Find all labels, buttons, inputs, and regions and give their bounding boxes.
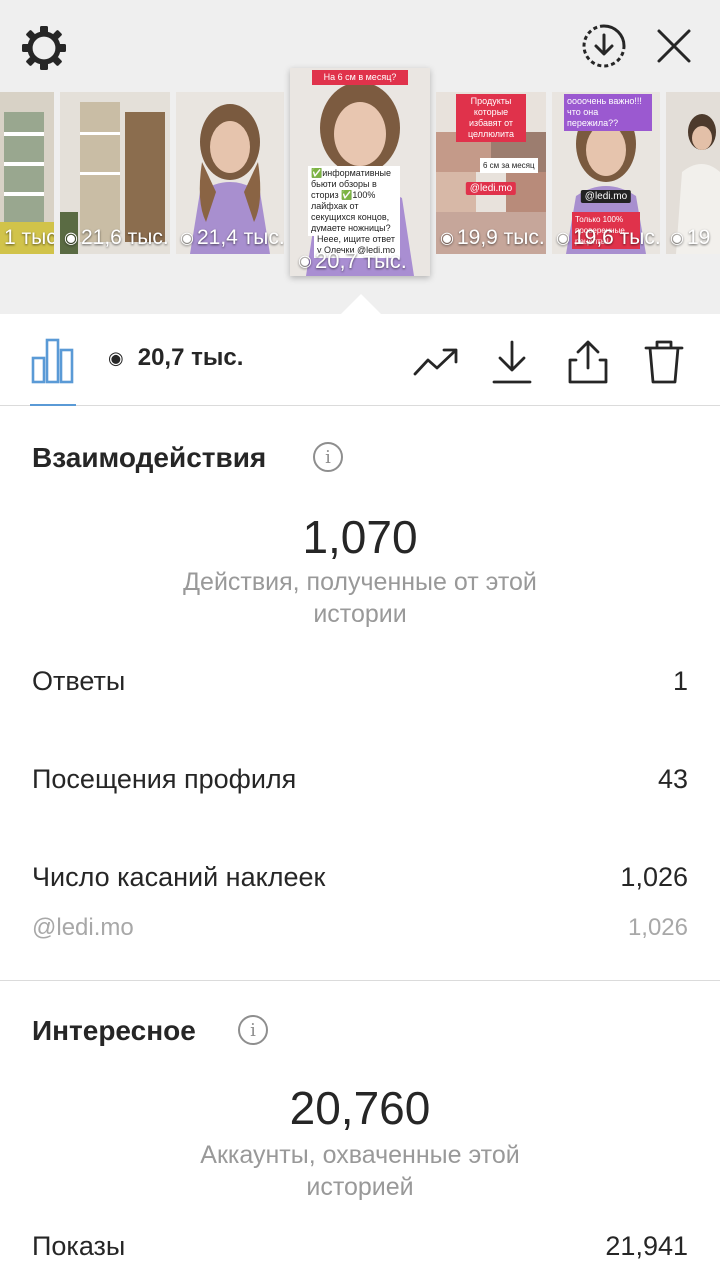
story-views-value: 19,6 тыс. [572, 226, 660, 249]
sticker-value: 1,026 [627, 914, 688, 941]
story-thumbnail[interactable]: ◉ 19 [666, 92, 720, 254]
share-icon [568, 340, 608, 384]
story-caption: ✅информативные бьюти обзоры в сториз ✅10… [308, 166, 400, 236]
eye-icon: ◉ [108, 347, 124, 368]
story-top-caption: На 6 см в месяц? [312, 70, 408, 85]
close-button[interactable] [650, 22, 698, 70]
views-count: 20,7 тыс. [137, 344, 244, 371]
story-views-value: 19 [686, 226, 711, 249]
metric-value: 21,941 [605, 1231, 688, 1261]
story-thumbnail[interactable]: оооочень важно!!! что она пережила?? @le… [552, 92, 660, 254]
metric-label: Показы [32, 1231, 126, 1261]
story-top-caption: Продукты которые избавят от целлюлита [456, 94, 526, 142]
story-top-caption: оооочень важно!!! что она пережила?? [564, 94, 652, 131]
interactions-section: Взаимодействия i 1,070 Действия, получен… [0, 406, 720, 980]
story-views-value: 20,7 тыс. [314, 248, 407, 273]
story-toolbar: ◉ 20,7 тыс. [0, 314, 720, 406]
story-views: ◉ 21,6 тыс. [64, 226, 169, 250]
story-mention: @ledi.mo [465, 182, 517, 195]
promote-button[interactable] [412, 338, 460, 386]
discovery-section: Интересное i 20,760 Аккаунты, охваченные… [0, 981, 720, 1280]
metric-row: Ответы 1 [32, 666, 688, 697]
trending-up-icon [413, 348, 458, 376]
story-views-value: 19,9 тыс. [456, 226, 545, 249]
story-views: ◉ 21,4 тыс. [180, 226, 284, 250]
eye-icon: ◉ [298, 253, 312, 270]
download-circle-icon [582, 24, 626, 68]
metric-row: Посещения профиля 43 [32, 764, 688, 795]
share-button[interactable] [564, 338, 612, 386]
delete-button[interactable] [640, 338, 688, 386]
story-strip-area: 1 тыс. ◉21,6 тыс. ◉21, [0, 0, 720, 314]
bar-chart-icon [31, 338, 74, 384]
story-thumbnail[interactable]: Продукты которые избавят от целлюлита 6 … [436, 92, 546, 254]
interactions-total-label: Действия, полученные от этой истории [183, 568, 537, 628]
story-views: ◉ 19,6 тыс. [556, 226, 660, 250]
gear-icon [22, 26, 66, 70]
sticker-label: @ledi.mo [32, 914, 134, 941]
info-icon[interactable]: i [313, 442, 343, 472]
tab-insights[interactable] [30, 336, 76, 384]
eye-icon: ◉ [64, 230, 78, 247]
story-thumbnail[interactable]: ◉ 21,6 тыс. [60, 92, 170, 254]
metric-value: 1,026 [620, 862, 688, 892]
metric-value: 1 [672, 666, 688, 696]
download-button[interactable] [488, 338, 536, 386]
story-views: 1 тыс. [4, 226, 54, 250]
story-thumbnail-selected[interactable]: На 6 см в месяц? ✅информативные бьюти об… [290, 68, 430, 276]
metric-row: Показы 21,941 [32, 1231, 688, 1262]
story-views: ◉ 19 [670, 226, 710, 250]
section-title: Взаимодействия [32, 442, 267, 473]
metric-label: Число касаний наклеек [32, 862, 326, 892]
story-thumbnail[interactable]: ◉ 21,4 тыс. [176, 92, 284, 254]
story-views: ◉ 19,9 тыс. [440, 226, 545, 250]
story-thumbnail[interactable]: 1 тыс. [0, 92, 54, 254]
trash-icon [644, 340, 684, 384]
download-icon [492, 340, 532, 384]
story-note: 6 см за месяц [480, 158, 538, 173]
eye-icon: ◉ [440, 230, 454, 247]
eye-icon: ◉ [556, 230, 570, 247]
story-views-value: 21,6 тыс. [80, 226, 169, 249]
settings-button[interactable] [18, 22, 70, 74]
eye-icon: ◉ [670, 230, 684, 247]
story-mention: @ledi.mo [580, 190, 632, 203]
story-views: ◉ 20,7 тыс. [298, 248, 407, 274]
close-icon [657, 29, 691, 63]
info-icon[interactable]: i [238, 1015, 268, 1045]
section-title: Интересное [32, 1015, 196, 1046]
story-views-value: 21,4 тыс. [196, 226, 284, 249]
metric-value: 43 [657, 764, 688, 794]
sticker-row: @ledi.mo 1,026 [32, 914, 688, 942]
story-views-value: 1 тыс. [4, 226, 54, 249]
metric-label: Посещения профиля [32, 764, 297, 794]
eye-icon: ◉ [180, 230, 194, 247]
selected-pointer [341, 294, 381, 314]
save-story-button[interactable] [578, 20, 630, 72]
interactions-total: 1,070 [302, 511, 418, 563]
metric-label: Ответы [32, 666, 126, 696]
views-summary: ◉ 20,7 тыс. [108, 344, 243, 372]
discovery-total: 20,760 [289, 1082, 431, 1134]
story-thumbnails: 1 тыс. ◉21,6 тыс. ◉21, [0, 68, 720, 276]
discovery-total-label: Аккаунты, охваченные этой историей [200, 1141, 520, 1201]
metric-row: Число касаний наклеек 1,026 [32, 862, 688, 893]
